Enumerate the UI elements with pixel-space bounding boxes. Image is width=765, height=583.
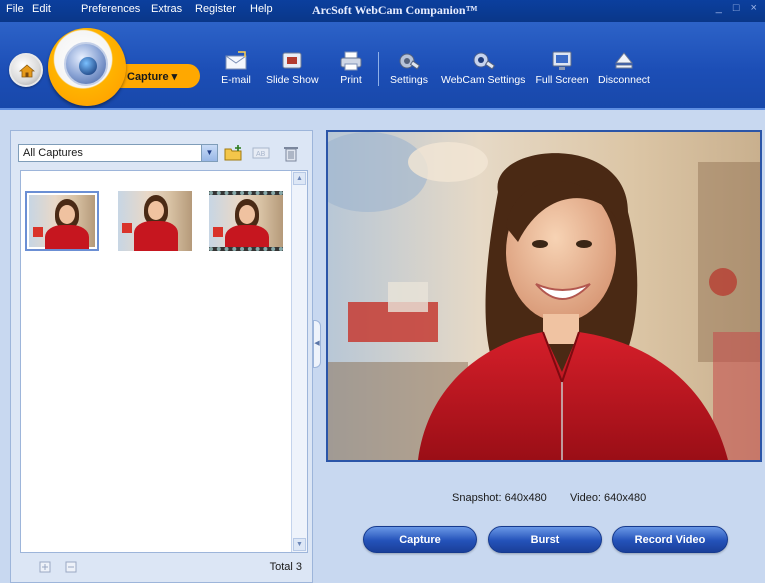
live-video-frame [328,132,760,460]
captures-footer: Total 3 [20,558,308,578]
settings-label: Settings [390,74,428,86]
rename-icon[interactable]: AB [251,144,271,162]
panel-collapse-handle[interactable]: ◀ [313,320,321,368]
menu-help[interactable]: Help [250,3,273,15]
burst-button[interactable]: Burst [488,526,602,553]
home-button[interactable] [9,53,43,87]
folder-dropdown-value: All Captures [23,147,83,159]
record-video-button[interactable]: Record Video [612,526,728,553]
menu-extras[interactable]: Extras [151,3,182,15]
slideshow-label: Slide Show [266,74,319,86]
eject-icon [614,52,634,69]
menu-edit[interactable]: Edit [32,3,51,15]
webcam-preview [326,130,762,462]
email-label: E-mail [221,74,251,86]
title-menu-bar: File Edit Preferences Extras Register He… [0,0,765,22]
menu-preferences[interactable]: Preferences [81,3,140,15]
email-icon [225,51,247,70]
folder-dropdown[interactable]: All Captures ▼ [18,144,218,162]
thumbnail-photo-1[interactable] [25,191,99,251]
captures-panel: All Captures ▼ AB ▲ ▼ Total 3 [10,130,313,583]
menu-register[interactable]: Register [195,3,236,15]
trash-icon[interactable] [281,144,301,162]
app-title: ArcSoft WebCam Companion™ [312,3,478,17]
slideshow-button[interactable]: Slide Show [266,50,319,86]
email-button[interactable]: E-mail [219,50,253,86]
window-controls[interactable]: _ □ × [716,2,761,14]
main-area: All Captures ▼ AB ▲ ▼ Total 3 ◀ Snapshot… [0,110,765,583]
scroll-down-icon[interactable]: ▼ [293,538,306,551]
svg-text:AB: AB [256,151,266,158]
app-window: File Edit Preferences Extras Register He… [0,0,765,583]
print-label: Print [340,74,362,86]
video-resolution: Video: 640x480 [570,492,647,504]
new-folder-icon[interactable] [223,144,243,162]
chevron-down-icon[interactable]: ▼ [201,145,217,161]
print-button[interactable]: Print [336,50,366,86]
export-icon[interactable] [64,560,78,574]
capture-button[interactable]: Capture [363,526,477,553]
print-icon [340,51,362,71]
total-count: Total 3 [269,561,302,573]
webcam-settings-label: WebCam Settings [441,74,526,86]
monitor-icon [552,51,572,70]
thumbnail-video-3[interactable] [209,191,283,251]
home-icon [19,64,35,78]
webcam-icon [64,42,108,86]
slideshow-icon [282,52,302,69]
menu-file[interactable]: File [6,3,24,15]
fullscreen-label: Full Screen [535,74,589,86]
thumbnail-photo-2[interactable] [118,191,192,251]
scroll-up-icon[interactable]: ▲ [293,172,306,185]
disconnect-button[interactable]: Disconnect [597,50,651,86]
webcam-settings-button[interactable]: WebCam Settings [441,50,525,86]
settings-button[interactable]: Settings [388,50,430,86]
webcam-mode-badge[interactable] [48,28,126,106]
import-icon[interactable] [38,560,52,574]
fullscreen-button[interactable]: Full Screen [534,50,590,86]
webcam-settings-icon [473,52,496,70]
settings-icon [399,53,421,70]
disconnect-label: Disconnect [598,74,650,86]
thumbnail-list: ▲ ▼ [20,170,308,553]
toolbar-separator [378,52,379,86]
snapshot-resolution: Snapshot: 640x480 [452,492,547,504]
thumbnail-scrollbar[interactable]: ▲ ▼ [291,171,307,552]
